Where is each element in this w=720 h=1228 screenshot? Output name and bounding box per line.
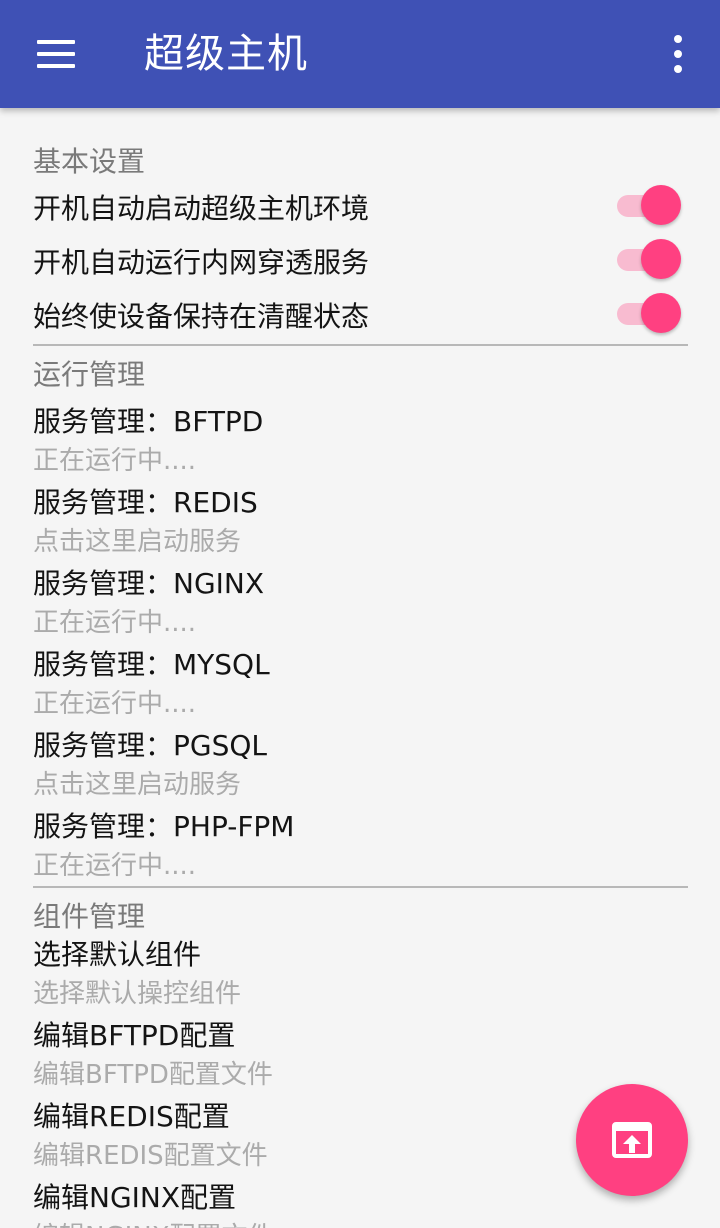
pref-auto-start-env[interactable]: 开机自动启动超级主机环境 <box>0 182 720 230</box>
switch-thumb <box>641 185 681 225</box>
hamburger-menu-icon[interactable] <box>28 26 84 82</box>
service-title: 服务管理：BFTPD <box>33 405 264 438</box>
service-status: 正在运行中.... <box>33 608 197 638</box>
service-title: 服务管理：NGINX <box>33 567 265 600</box>
fab-button[interactable] <box>576 1084 688 1196</box>
service-title: 服务管理：PGSQL <box>33 729 267 762</box>
toggle-switch[interactable] <box>615 239 683 279</box>
service-title: 服务管理：REDIS <box>33 486 258 519</box>
switch-thumb <box>641 239 681 279</box>
component-title: 编辑NGINX配置 <box>33 1181 237 1214</box>
component-title: 编辑BFTPD配置 <box>33 1019 236 1052</box>
pref-label: 始终使设备保持在清醒状态 <box>33 300 370 333</box>
app-bar: 超级主机 <box>0 0 720 108</box>
component-item-select-default[interactable]: 选择默认组件 选择默认操控组件 <box>0 933 720 1013</box>
pref-auto-run-tunnel[interactable]: 开机自动运行内网穿透服务 <box>0 236 720 284</box>
divider <box>33 886 688 888</box>
service-status: 点击这里启动服务 <box>33 527 242 557</box>
category-component-management: 组件管理 <box>33 900 146 933</box>
switch-thumb <box>641 293 681 333</box>
open-in-browser-icon <box>612 1122 652 1158</box>
service-title: 服务管理：PHP-FPM <box>33 810 295 843</box>
component-summary: 编辑NGINX配置文件 <box>33 1216 274 1228</box>
service-title: 服务管理：MYSQL <box>33 648 270 681</box>
service-status: 正在运行中.... <box>33 851 197 881</box>
service-item-nginx[interactable]: 服务管理：NGINX 正在运行中.... <box>0 560 720 640</box>
service-item-bftpd[interactable]: 服务管理：BFTPD 正在运行中.... <box>0 398 720 478</box>
toggle-switch[interactable] <box>615 293 683 333</box>
service-item-php-fpm[interactable]: 服务管理：PHP-FPM 正在运行中.... <box>0 803 720 883</box>
pref-keep-awake[interactable]: 始终使设备保持在清醒状态 <box>0 290 720 338</box>
toggle-switch[interactable] <box>615 185 683 225</box>
more-vert-icon[interactable] <box>658 30 698 78</box>
category-run-management: 运行管理 <box>33 358 146 391</box>
pref-label: 开机自动启动超级主机环境 <box>33 192 370 225</box>
component-title: 编辑REDIS配置 <box>33 1100 230 1133</box>
service-item-mysql[interactable]: 服务管理：MYSQL 正在运行中.... <box>0 641 720 721</box>
component-item-edit-bftpd[interactable]: 编辑BFTPD配置 编辑BFTPD配置文件 <box>0 1014 720 1094</box>
service-status: 正在运行中.... <box>33 689 197 719</box>
service-status: 点击这里启动服务 <box>33 770 242 800</box>
service-item-redis[interactable]: 服务管理：REDIS 点击这里启动服务 <box>0 479 720 559</box>
divider <box>33 344 688 346</box>
app-title: 超级主机 <box>144 31 308 77</box>
settings-list: 基本设置 开机自动启动超级主机环境 开机自动运行内网穿透服务 始终使设备保持在清… <box>0 108 720 1228</box>
component-summary: 编辑BFTPD配置文件 <box>33 1060 273 1090</box>
category-basic-settings: 基本设置 <box>33 145 146 178</box>
component-summary: 编辑REDIS配置文件 <box>33 1141 268 1171</box>
service-status: 正在运行中.... <box>33 446 197 476</box>
component-title: 选择默认组件 <box>33 938 202 971</box>
pref-label: 开机自动运行内网穿透服务 <box>33 246 370 279</box>
component-summary: 选择默认操控组件 <box>33 979 242 1009</box>
service-item-pgsql[interactable]: 服务管理：PGSQL 点击这里启动服务 <box>0 722 720 802</box>
